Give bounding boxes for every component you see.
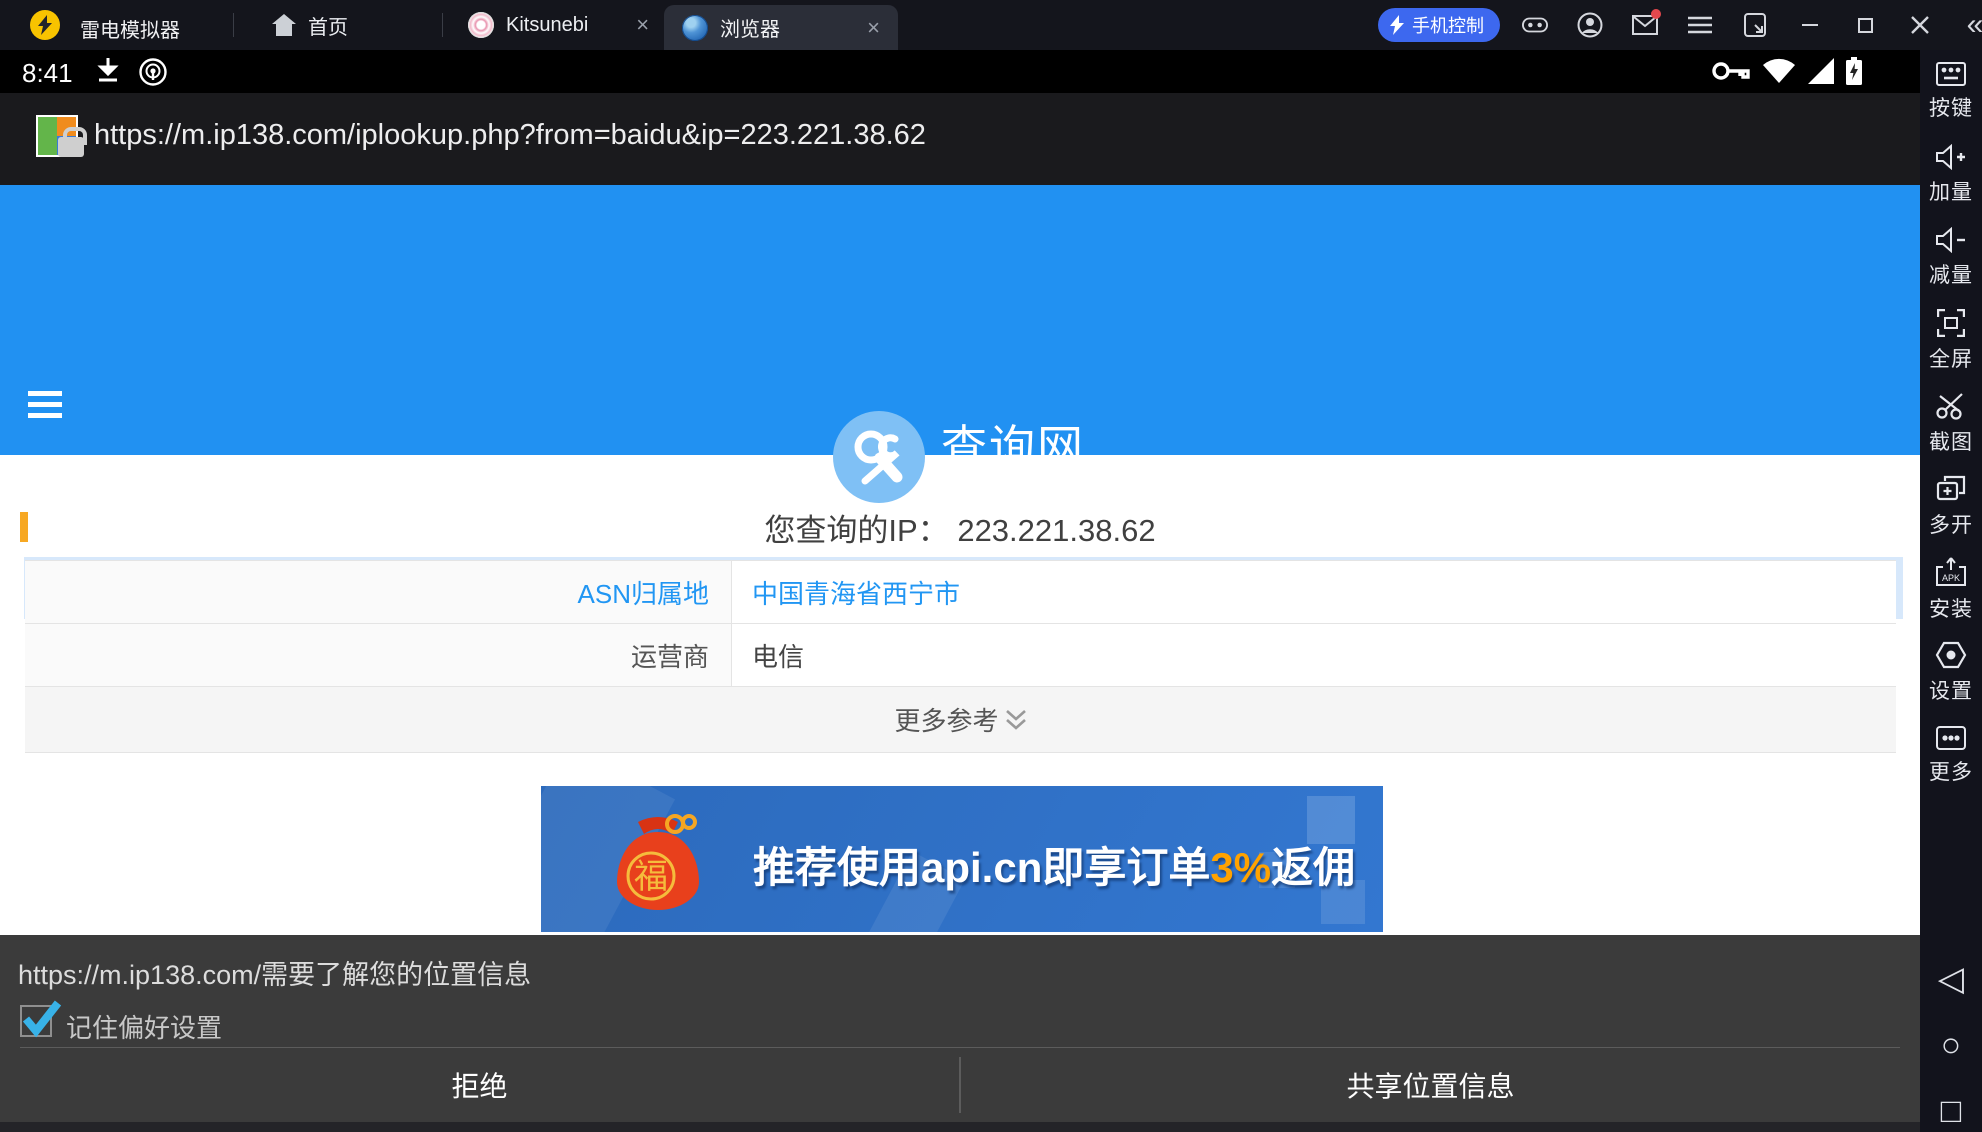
android-status-bar: 8:41 xyxy=(0,50,1920,93)
secure-lock-icon xyxy=(58,137,84,157)
sidebar-item-more[interactable]: 更多 xyxy=(1920,714,1982,797)
promo-banner[interactable]: 福 推荐使用api.cn即享订单3%返佣 xyxy=(541,786,1383,932)
ldplayer-logo-icon xyxy=(30,10,60,40)
fullscreen-icon xyxy=(1937,309,1965,337)
lightning-icon xyxy=(1388,15,1406,35)
sidebar-item-keymapping[interactable]: 按键 xyxy=(1920,50,1982,133)
sidebar-item-volume-up[interactable]: 加量 xyxy=(1920,133,1982,216)
more-reference-toggle[interactable]: 更多参考 xyxy=(25,687,1896,753)
account-icon[interactable] xyxy=(1577,12,1603,38)
permission-message: https://m.ip138.com/需要了解您的位置信息 xyxy=(18,953,531,992)
download-icon xyxy=(95,58,121,86)
remember-checkbox-label[interactable]: 记住偏好设置 xyxy=(66,1008,222,1045)
sidebar-item-screenshot[interactable]: 截图 xyxy=(1920,382,1982,465)
site-name: 查询网 xyxy=(941,411,1085,477)
deny-button[interactable]: 拒绝 xyxy=(0,1048,959,1122)
tab-home-label: 首页 xyxy=(308,11,348,40)
svg-text:福: 福 xyxy=(634,858,668,896)
dialog-bottom-strip xyxy=(0,1122,1920,1132)
kitsunebi-status-icon xyxy=(139,58,167,86)
row-label: ASN归属地 xyxy=(25,561,732,623)
tools-magnifier-icon xyxy=(833,411,925,503)
more-icon xyxy=(1936,726,1966,750)
site-header: 查询网 iP138.com iP地址归属地查询 223.221.38.62 xyxy=(0,185,1920,455)
tab-kitsunebi-label: Kitsunebi xyxy=(506,14,588,37)
phone-control-label: 手机控制 xyxy=(1412,12,1484,38)
emulator-sidebar: 按键 加量 减量 全屏 截图 多开 APK 安装 设置 xyxy=(1920,50,1982,1132)
sidebar-item-apk-install[interactable]: APK 安装 xyxy=(1920,548,1982,631)
close-tab-icon[interactable]: × xyxy=(867,17,880,39)
sidebar-item-multi-instance[interactable]: 多开 xyxy=(1920,465,1982,548)
app-title: 雷电模拟器 xyxy=(80,14,180,43)
home-icon xyxy=(272,14,296,36)
table-row: 运营商 电信 xyxy=(25,624,1896,687)
close-window-button[interactable] xyxy=(1907,12,1933,38)
asn-location-link[interactable]: 中国青海省西宁市 xyxy=(732,561,1896,623)
collapse-sidebar-icon[interactable]: « xyxy=(1962,12,1982,38)
banner-highlight: 3% xyxy=(1210,844,1271,891)
tab-browser-label: 浏览器 xyxy=(720,13,780,42)
banner-text: 推荐使用api.cn即享订单3%返佣 xyxy=(753,834,1355,895)
screenshot-scissors-icon xyxy=(1936,392,1966,420)
svg-text:APK: APK xyxy=(1942,573,1960,583)
share-location-button[interactable]: 共享位置信息 xyxy=(961,1048,1900,1122)
more-reference-label: 更多参考 xyxy=(894,701,998,738)
apk-install-icon: APK xyxy=(1935,557,1967,587)
android-home-button[interactable]: ○ xyxy=(1941,1028,1962,1062)
android-recents-button[interactable]: □ xyxy=(1941,1094,1962,1128)
phone-control-button[interactable]: 手机控制 xyxy=(1378,8,1500,42)
tab-home[interactable]: 首页 xyxy=(272,0,348,50)
ip-result-table: ASN归属地 中国青海省西宁市 运营商 电信 更多参考 xyxy=(25,560,1896,753)
battery-charging-icon xyxy=(1846,57,1862,85)
location-permission-dialog: https://m.ip138.com/需要了解您的位置信息 记住偏好设置 拒绝… xyxy=(0,935,1920,1132)
remember-checkbox[interactable] xyxy=(20,1005,52,1037)
clock: 8:41 xyxy=(22,58,73,89)
browser-globe-icon xyxy=(682,15,708,41)
maximize-button[interactable] xyxy=(1852,12,1878,38)
rotate-screen-icon[interactable] xyxy=(1742,12,1768,38)
url-field[interactable]: https://m.ip138.com/iplookup.php?from=ba… xyxy=(94,119,926,152)
gamepad-icon[interactable] xyxy=(1522,12,1548,38)
menu-icon[interactable] xyxy=(1687,12,1713,38)
multi-instance-icon xyxy=(1936,475,1966,503)
table-row: ASN归属地 中国青海省西宁市 xyxy=(25,561,1896,624)
signal-icon xyxy=(1808,58,1834,84)
sidebar-item-settings[interactable]: 设置 xyxy=(1920,631,1982,714)
volume-down-icon xyxy=(1935,227,1967,253)
messages-icon[interactable] xyxy=(1632,12,1658,38)
row-value: 电信 xyxy=(732,624,1896,686)
row-label: 运营商 xyxy=(25,624,732,686)
android-back-button[interactable]: ◁ xyxy=(1938,962,1964,996)
notification-badge xyxy=(1651,9,1661,19)
emulator-titlebar: 雷电模拟器 首页 Kitsunebi × 浏览器 × 手机控制 xyxy=(0,0,1982,50)
site-logo[interactable]: 查询网 iP138.com xyxy=(833,411,1085,513)
checkmark-icon xyxy=(20,999,62,1039)
keyboard-icon xyxy=(1936,62,1966,86)
vpn-key-icon xyxy=(1712,61,1750,81)
sidebar-item-fullscreen[interactable]: 全屏 xyxy=(1920,299,1982,382)
titlebar-separator xyxy=(233,13,234,37)
volume-up-icon xyxy=(1935,144,1967,170)
kitsunebi-app-icon xyxy=(468,12,494,38)
sidebar-item-volume-down[interactable]: 减量 xyxy=(1920,216,1982,299)
close-tab-icon[interactable]: × xyxy=(636,14,649,36)
site-favicon xyxy=(36,115,78,157)
titlebar-separator xyxy=(442,13,443,37)
wifi-icon xyxy=(1762,58,1796,84)
minimize-button[interactable] xyxy=(1797,12,1823,38)
browser-url-bar: https://m.ip138.com/iplookup.php?from=ba… xyxy=(0,93,1920,185)
emulator-window: 雷电模拟器 首页 Kitsunebi × 浏览器 × 手机控制 xyxy=(0,0,1982,1132)
queried-ip-heading: 您查询的IP： 223.221.38.62 xyxy=(0,505,1920,550)
tab-kitsunebi[interactable]: Kitsunebi × xyxy=(468,0,649,50)
site-menu-icon[interactable] xyxy=(28,391,62,418)
chevron-double-down-icon xyxy=(1005,708,1027,732)
tab-browser-active[interactable]: 浏览器 × xyxy=(664,5,898,50)
settings-icon xyxy=(1935,641,1967,669)
lucky-bag-icon: 福 xyxy=(599,802,717,920)
